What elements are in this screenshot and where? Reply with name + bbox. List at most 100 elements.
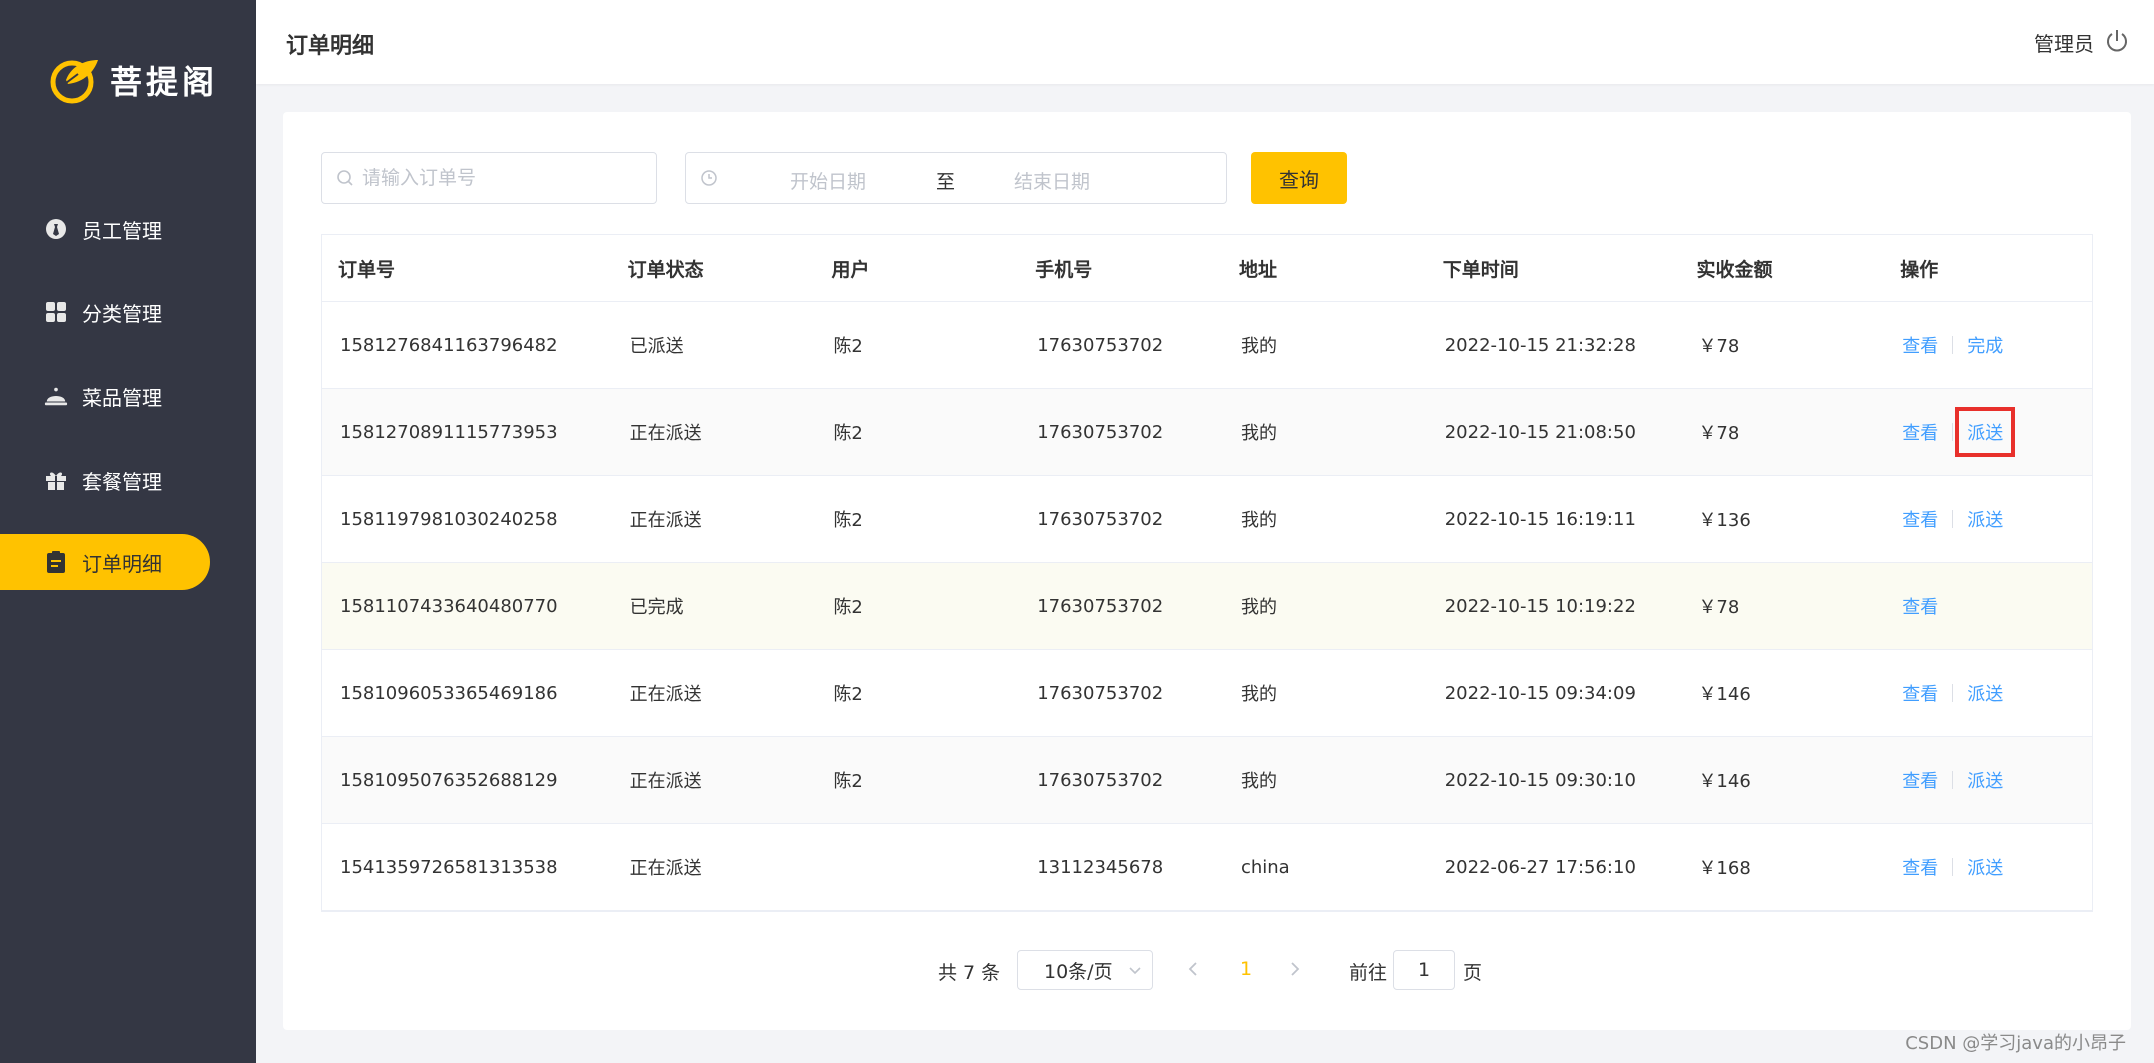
end-date-input[interactable]: 结束日期 (1014, 167, 1090, 194)
search-icon (337, 170, 353, 186)
pagination: 共 7 条 10条/页 1 前往 页 (283, 950, 2131, 990)
date-range-picker[interactable]: 开始日期 至 结束日期 (685, 152, 1227, 204)
column-header: 地址 (1238, 258, 1277, 281)
order-id: 1581276841163796482 (340, 334, 558, 356)
column-header: 手机号 (1035, 258, 1093, 281)
column-header: 实收金额 (1696, 258, 1773, 281)
order-amount: ￥78 (1698, 597, 1740, 618)
order-amount: ￥136 (1698, 510, 1751, 531)
view-link[interactable]: 查看 (1902, 332, 1938, 358)
table-row: 1541359726581313538 正在派送 13112345678 chi… (322, 824, 2092, 911)
sidebar: 菩提阁 员工管理 分类管理 菜品管理 套餐管理 订单明细 (0, 0, 256, 1063)
clock-icon (701, 170, 717, 186)
order-time: 2022-10-15 10:19:22 (1444, 595, 1636, 617)
action-divider (1952, 423, 1954, 441)
dish-cloche-icon (44, 384, 68, 408)
complete-link[interactable]: 完成 (1967, 332, 2003, 358)
user-name[interactable]: 管理员 (2034, 28, 2094, 57)
table-header: 订单号 订单状态 用户 手机号 地址 下单时间 实收金额 操作 (322, 235, 2092, 302)
table-row: 1581197981030240258 正在派送 陈2 17630753702 … (322, 476, 2092, 563)
action-divider (1952, 684, 1954, 702)
order-search[interactable] (321, 152, 657, 204)
row-actions: 查看 派送 (1884, 767, 2092, 793)
order-address: china (1240, 856, 1290, 878)
date-separator: 至 (936, 171, 956, 193)
column-header: 订单号 (338, 258, 396, 281)
order-id: 1581095076352688129 (340, 769, 558, 791)
goto-page-input[interactable] (1393, 950, 1455, 990)
order-user: 陈2 (833, 597, 863, 618)
sidebar-item-label: 菜品管理 (82, 385, 162, 410)
order-time: 2022-10-15 09:34:09 (1444, 682, 1636, 704)
order-number-input[interactable] (360, 166, 634, 190)
row-actions: 查看 派送 (1884, 407, 2092, 457)
view-link[interactable]: 查看 (1902, 767, 1938, 793)
sidebar-item-label: 员工管理 (82, 218, 162, 243)
chevron-right-icon[interactable] (1287, 960, 1303, 978)
table-row: 1581276841163796482 已派送 陈2 17630753702 我… (322, 302, 2092, 389)
order-address: 我的 (1240, 336, 1277, 357)
order-user: 陈2 (833, 510, 863, 531)
action-divider (1952, 336, 1954, 354)
page-unit-label: 页 (1463, 962, 1483, 984)
order-time: 2022-06-27 17:56:10 (1444, 856, 1636, 878)
page-size-value: 10条/页 (1044, 960, 1113, 983)
order-status: 正在派送 (629, 423, 702, 444)
view-link[interactable]: 查看 (1902, 680, 1938, 706)
dispatch-link[interactable]: 派送 (1967, 854, 2003, 880)
order-time: 2022-10-15 21:08:50 (1444, 421, 1636, 443)
order-phone: 17630753702 (1037, 334, 1164, 356)
order-phone: 17630753702 (1037, 421, 1164, 443)
sidebar-item-employee[interactable]: 员工管理 (0, 201, 210, 257)
goto-label: 前往 (1349, 962, 1388, 984)
watermark: CSDN @学习java的小昂子 (1905, 1033, 2126, 1054)
order-user: 陈2 (833, 684, 863, 705)
order-status: 已派送 (629, 336, 684, 357)
order-phone: 17630753702 (1037, 595, 1164, 617)
page-size-select[interactable]: 10条/页 (1017, 950, 1153, 990)
view-link[interactable]: 查看 (1902, 419, 1938, 445)
column-header: 操作 (1900, 258, 1939, 281)
dispatch-link[interactable]: 派送 (1967, 680, 2003, 706)
view-link[interactable]: 查看 (1902, 506, 1938, 532)
sidebar-item-label: 分类管理 (82, 301, 162, 326)
total-count: 共 7 条 (938, 962, 1001, 984)
chevron-left-icon[interactable] (1185, 960, 1201, 978)
order-phone: 17630753702 (1037, 682, 1164, 704)
action-divider (1952, 771, 1954, 789)
view-link[interactable]: 查看 (1902, 593, 1938, 619)
sidebar-item-dish[interactable]: 菜品管理 (0, 368, 210, 424)
leaf-logo-icon (50, 60, 98, 104)
order-user: 陈2 (833, 771, 863, 792)
power-icon[interactable] (2104, 28, 2130, 54)
dispatch-link[interactable]: 派送 (1955, 407, 2016, 457)
order-time: 2022-10-15 16:19:11 (1444, 508, 1636, 530)
order-status: 正在派送 (629, 684, 702, 705)
column-header: 用户 (831, 258, 870, 281)
table-row: 1581095076352688129 正在派送 陈2 17630753702 … (322, 737, 2092, 824)
table-row: 1581096053365469186 正在派送 陈2 17630753702 … (322, 650, 2092, 737)
row-actions: 查看 派送 (1884, 680, 2092, 706)
view-link[interactable]: 查看 (1902, 854, 1938, 880)
order-amount: ￥78 (1698, 336, 1740, 357)
order-id: 1541359726581313538 (340, 856, 558, 878)
sidebar-item-label: 套餐管理 (82, 469, 162, 494)
sidebar-item-orders[interactable]: 订单明细 (0, 534, 210, 590)
order-status: 正在派送 (629, 510, 702, 531)
query-button[interactable]: 查询 (1251, 152, 1347, 204)
order-status: 已完成 (629, 597, 684, 618)
action-divider (1952, 858, 1954, 876)
dispatch-link[interactable]: 派送 (1967, 767, 2003, 793)
order-time: 2022-10-15 09:30:10 (1444, 769, 1636, 791)
sidebar-item-category[interactable]: 分类管理 (0, 284, 210, 340)
sidebar-item-setmeal[interactable]: 套餐管理 (0, 452, 210, 508)
gift-icon (44, 468, 68, 492)
column-header: 订单状态 (627, 258, 704, 281)
current-page[interactable]: 1 (1240, 958, 1252, 980)
order-card: 开始日期 至 结束日期 查询 订单号 订单状态 用户 手机号 地址 下单时间 实… (283, 112, 2131, 1030)
table-row: 1581107433640480770 已完成 陈2 17630753702 我… (322, 563, 2092, 650)
start-date-input[interactable]: 开始日期 (790, 167, 866, 194)
order-time: 2022-10-15 21:32:28 (1444, 334, 1636, 356)
order-amount: ￥146 (1698, 771, 1751, 792)
dispatch-link[interactable]: 派送 (1967, 506, 2003, 532)
